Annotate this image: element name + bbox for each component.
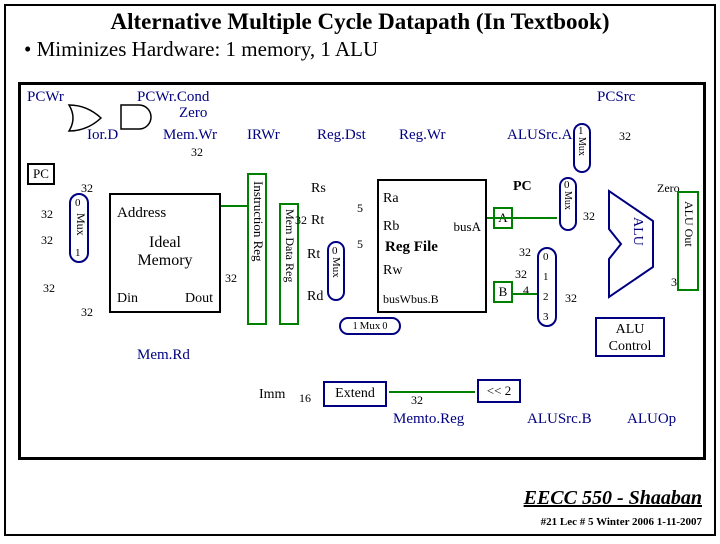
alu-out-reg: ALU Out (677, 191, 699, 291)
bus-32-topright: 32 (619, 129, 631, 144)
memory-block: Address Ideal Memory Din Dout (109, 193, 221, 313)
register-file: Ra Rb busA Reg File Rw busWbus.B (377, 179, 487, 313)
rf-rw: Rw (383, 263, 402, 279)
mux-srcb-0: 0 (543, 251, 549, 263)
or-gate-icon (67, 103, 107, 133)
alu-label: ALU (629, 217, 645, 246)
ctl-alusrcb: ALUSrc.B (527, 411, 592, 428)
datapath-diagram: PCWr PCWr.Cond Zero Ior.D Mem.Wr IRWr Re… (18, 82, 706, 460)
wire (513, 293, 537, 295)
bus-32-j: 32 (515, 267, 527, 282)
bus-32-i: 32 (519, 245, 531, 260)
ctl-regwr: Reg.Wr (399, 127, 445, 144)
mux-alusrcb: 0 1 2 3 (537, 247, 557, 327)
ctl-memrd: Mem.Rd (137, 347, 190, 364)
bus-16: 16 (299, 391, 311, 406)
ctl-regdst: Reg.Dst (317, 127, 366, 144)
wire (487, 217, 557, 219)
bus-32-top: 32 (191, 145, 203, 160)
sig-rs: Rs (311, 181, 326, 197)
mux-iord: 0 Mux 1 (69, 193, 89, 263)
rf-buswb: busWbus.B (383, 292, 439, 307)
and-gate-icon (119, 103, 155, 131)
footer-course: EECC 550 - Shaaban (524, 487, 702, 510)
wire (221, 205, 247, 207)
extend-block: Extend (323, 381, 387, 407)
sig-imm: Imm (259, 387, 285, 403)
rf-title: Reg File (385, 239, 438, 256)
alu-control: ALU Control (595, 317, 665, 357)
bus-32-m: 32 (411, 393, 423, 408)
mux-srca2-lbl: Mux (562, 191, 573, 210)
mux-srca-1: 1 (578, 125, 584, 137)
bus-32-c: 32 (43, 281, 55, 296)
pc-src-label: PC (513, 179, 532, 195)
mux-in-0: 0 (75, 197, 81, 209)
mux-alusrca-top: 1 Mux (573, 123, 591, 173)
instruction-reg: Instruction Reg (247, 173, 267, 325)
ctl-aluop: ALUOp (627, 411, 676, 428)
bullet-hardware: • Miminizes Hardware: 1 memory, 1 ALU (6, 35, 714, 62)
sig-rt2: Rt (307, 247, 320, 263)
mux-srca2-0: 0 (564, 179, 570, 191)
mem-ideal-1: Ideal (111, 222, 219, 252)
page-title: Alternative Multiple Cycle Datapath (In … (6, 6, 714, 35)
ctl-pcwr: PCWr (27, 89, 64, 106)
mux-mtr-1: 1 (353, 321, 358, 332)
mem-dout: Dout (185, 291, 213, 307)
sig-rd: Rd (307, 289, 323, 305)
bus-5b: 5 (357, 237, 363, 252)
wire (389, 391, 475, 393)
aluout-label: ALU Out (679, 193, 698, 255)
mux-alusrca: 0 Mux (559, 177, 577, 231)
bus-5a: 5 (357, 201, 363, 216)
ctl-irwr: IRWr (247, 127, 280, 144)
bus-32-f: 32 (225, 271, 237, 286)
mux-in-1: 1 (75, 247, 81, 259)
mem-ideal-2: Memory (111, 252, 219, 270)
bus-32-b: 32 (41, 233, 53, 248)
shift-left-2: << 2 (477, 379, 521, 403)
reg-b: B (493, 281, 513, 303)
mux-memtoreg: 1 Mux 0 (339, 317, 401, 335)
sig-rt: Rt (311, 213, 324, 229)
rf-busa: busA (454, 219, 481, 235)
mem-din: Din (117, 291, 138, 307)
ireg-label: Instruction Reg (249, 175, 267, 268)
mux-regdst-lbl: Mux (330, 257, 342, 278)
bus-32-a: 32 (41, 207, 53, 222)
ctl-zero: Zero (179, 105, 207, 122)
bus-32-k: 32 (565, 291, 577, 306)
mem-address-label: Address (111, 195, 219, 222)
ctl-alusrca: ALUSrc.A (507, 127, 572, 144)
aluctrl-2: Control (597, 338, 663, 355)
mux-srcb-1: 1 (543, 271, 549, 283)
mux-label: Mux (73, 213, 88, 236)
bus-32-h: 32 (583, 209, 595, 224)
rf-rb: Rb (383, 219, 399, 235)
mux-mtr-0: 0 (382, 321, 387, 332)
mux-regdst-0: 0 (332, 245, 338, 257)
ctl-pcsrc: PCSrc (597, 89, 635, 106)
mux-srca-lbl: Mux (576, 137, 587, 156)
footer-lecture: #21 Lec # 5 Winter 2006 1-11-2007 (541, 516, 702, 528)
bus-32-g: 32 (295, 213, 307, 228)
ctl-memtoreg: Memto.Reg (393, 411, 464, 428)
bus-32-e: 32 (81, 305, 93, 320)
const-4: 4 (523, 283, 529, 298)
mux-srcb-2: 2 (543, 291, 549, 303)
pc-register: PC (27, 163, 55, 185)
aluctrl-1: ALU (597, 321, 663, 338)
mux-regdst: 0 Mux (327, 241, 345, 301)
mux-srcb-3: 3 (543, 311, 549, 323)
rf-ra: Ra (383, 191, 399, 207)
ctl-memwr: Mem.Wr (163, 127, 217, 144)
mux-mtr-lbl: Mux (360, 320, 381, 332)
bus-32-d: 32 (81, 181, 93, 196)
